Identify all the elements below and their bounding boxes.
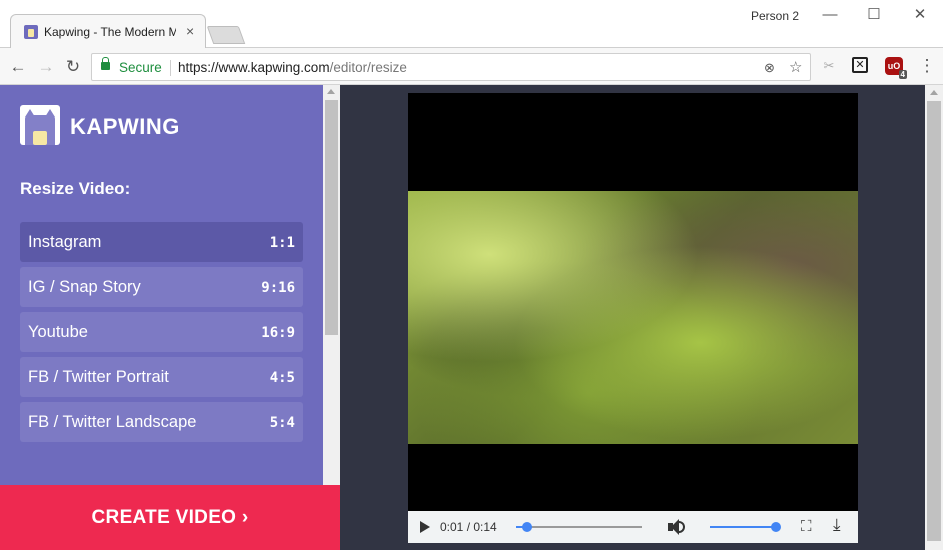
create-video-label: CREATE VIDEO ›	[91, 507, 249, 528]
option-ratio: 16:9	[261, 325, 295, 341]
secure-label: Secure	[119, 60, 162, 75]
progress-slider[interactable]	[516, 522, 642, 532]
tab-close-icon[interactable]: ×	[186, 23, 194, 39]
fullscreen-icon[interactable]: ⛶	[801, 518, 812, 536]
resize-option-fb-twitter-portrait[interactable]: FB / Twitter Portrait 4:5	[20, 357, 303, 397]
back-arrow-icon[interactable]: ←	[8, 57, 28, 77]
brand-name[interactable]: KAPWING	[70, 114, 180, 140]
address-bar[interactable]: Secure https://www.kapwing.com/editor/re…	[91, 53, 811, 81]
option-name: FB / Twitter Portrait	[28, 368, 169, 386]
sidebar: KAPWING Resize Video: Instagram 1:1 IG /…	[0, 85, 323, 550]
sidebar-scrollbar[interactable]	[323, 85, 340, 485]
omnibox-divider	[170, 60, 171, 76]
kapwing-favicon-icon	[24, 25, 38, 39]
url-path: /editor/resize	[329, 60, 407, 75]
play-icon[interactable]	[420, 521, 430, 533]
forward-arrow-icon[interactable]: →	[36, 57, 56, 77]
video-controls: 0:01 / 0:14 ⛶ ⤓	[408, 511, 858, 543]
video-player[interactable]	[408, 93, 858, 511]
new-tab-button[interactable]	[206, 26, 246, 44]
browser-tab[interactable]: Kapwing - The Modern M ×	[10, 14, 206, 48]
option-ratio: 1:1	[269, 235, 295, 251]
bookmark-star-icon[interactable]: ☆	[789, 58, 802, 76]
page-scrollbar[interactable]	[925, 85, 943, 550]
browser-titlebar: Kapwing - The Modern M × Person 2 — ☐ ✕	[0, 0, 943, 48]
browser-toolbar: ← → ↻ Secure https://www.kapwing.com/edi…	[0, 48, 943, 85]
page-scroll-thumb[interactable]	[927, 101, 941, 541]
url-host: https://www.kapwing.com	[178, 60, 330, 75]
video-frame[interactable]	[408, 191, 858, 444]
option-ratio: 5:4	[269, 415, 295, 431]
resize-option-ig-snap-story[interactable]: IG / Snap Story 9:16	[20, 267, 303, 307]
tab-title: Kapwing - The Modern M	[44, 25, 176, 39]
resize-option-fb-twitter-landscape[interactable]: FB / Twitter Landscape 5:4	[20, 402, 303, 442]
lock-icon	[101, 57, 110, 70]
ublock-badge: 4	[898, 70, 907, 79]
volume-icon[interactable]	[666, 517, 686, 537]
ublock-extension-icon[interactable]: uO 4	[885, 57, 907, 79]
close-window-icon[interactable]: ✕	[897, 4, 943, 28]
option-ratio: 4:5	[269, 370, 295, 386]
extension-grid-icon[interactable]: ✕	[852, 57, 868, 73]
option-name: Instagram	[28, 233, 102, 251]
scroll-up-arrow-icon[interactable]	[930, 90, 938, 95]
resize-option-instagram[interactable]: Instagram 1:1	[20, 222, 303, 262]
resize-options: Instagram 1:1 IG / Snap Story 9:16 Youtu…	[20, 222, 303, 447]
url-text[interactable]: https://www.kapwing.com/editor/resize	[178, 60, 407, 75]
extension-scissors-icon[interactable]: ✂	[820, 57, 838, 75]
blocked-cookie-icon[interactable]: ⊗	[764, 60, 775, 76]
profile-name[interactable]: Person 2	[751, 9, 799, 23]
volume-slider[interactable]	[710, 522, 781, 532]
volume-fill	[710, 526, 776, 528]
option-ratio: 9:16	[261, 280, 295, 296]
create-video-button[interactable]: CREATE VIDEO ›	[0, 485, 340, 550]
browser-menu-icon[interactable]: ⋮	[918, 57, 936, 75]
reload-icon[interactable]: ↻	[63, 57, 83, 77]
progress-knob[interactable]	[522, 522, 533, 532]
option-name: FB / Twitter Landscape	[28, 413, 197, 431]
volume-knob[interactable]	[771, 522, 781, 532]
maximize-icon[interactable]: ☐	[851, 4, 897, 28]
resize-option-youtube[interactable]: Youtube 16:9	[20, 312, 303, 352]
download-icon[interactable]: ⤓	[833, 516, 841, 534]
scroll-up-arrow-icon[interactable]	[327, 89, 335, 94]
option-name: IG / Snap Story	[28, 278, 141, 296]
preview-area: 0:01 / 0:14 ⛶ ⤓	[340, 85, 925, 550]
section-title: Resize Video:	[20, 179, 131, 198]
time-display: 0:01 / 0:14	[440, 520, 497, 534]
kapwing-logo-icon[interactable]	[20, 105, 60, 145]
sidebar-scroll-thumb[interactable]	[325, 100, 338, 335]
option-name: Youtube	[28, 323, 88, 341]
ublock-label: uO	[887, 61, 901, 71]
minimize-icon[interactable]: —	[807, 4, 853, 28]
